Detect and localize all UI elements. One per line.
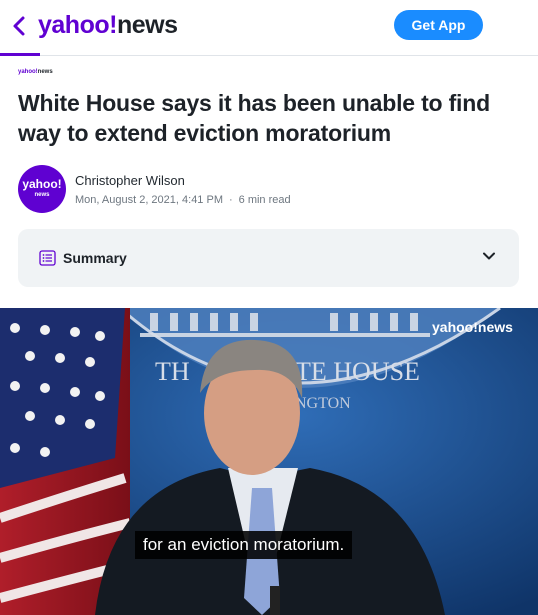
yahoo-news-logo[interactable]: yahoo!news: [38, 8, 178, 42]
read-time: 6 min read: [238, 194, 291, 206]
back-chevron-icon[interactable]: [8, 12, 30, 40]
summary-label: Summary: [63, 250, 127, 266]
video-frame-image: TH TE HOUSE NGTON: [0, 308, 538, 615]
video-player[interactable]: TH TE HOUSE NGTON yahoo!news for an evic…: [0, 308, 538, 615]
get-app-button[interactable]: Get App: [394, 10, 483, 40]
author-avatar[interactable]: yahoo! news: [18, 165, 66, 213]
source-logo: yahoo!news: [18, 69, 53, 75]
sign-subtext: NGTON: [295, 395, 351, 412]
publish-date: Mon, August 2, 2021, 4:41 PM: [75, 194, 223, 206]
chevron-down-icon: [483, 252, 495, 260]
video-caption: for an eviction moratorium.: [135, 531, 353, 559]
avatar-news-text: news: [34, 192, 50, 198]
article-title: White House says it has been unable to f…: [18, 90, 490, 146]
header-active-indicator: [0, 53, 40, 56]
top-app-bar: yahoo!news Get App: [0, 0, 538, 56]
article-meta: Mon, August 2, 2021, 4:41 PM · 6 min read: [75, 193, 291, 208]
author-name[interactable]: Christopher Wilson: [75, 173, 185, 189]
summary-accordion[interactable]: Summary: [18, 229, 519, 287]
video-watermark-logo: yahoo!news: [432, 319, 513, 335]
sign-text-right: TE HOUSE: [295, 357, 420, 386]
meta-separator: ·: [228, 194, 233, 206]
list-icon: [39, 250, 56, 266]
sign-text-left: TH: [155, 357, 190, 386]
avatar-yahoo-text: yahoo!: [22, 177, 62, 191]
